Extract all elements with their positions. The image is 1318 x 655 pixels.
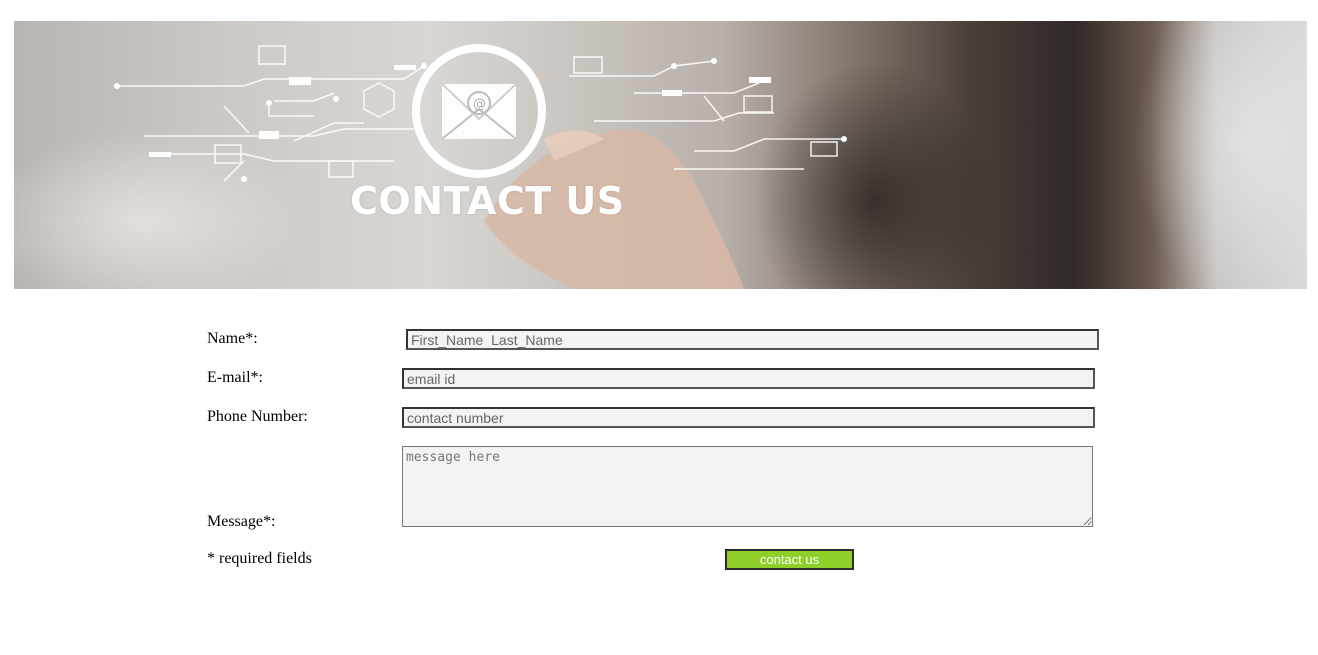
svg-text:@: @ <box>473 97 486 112</box>
banner-title: CONTACT US <box>350 179 625 223</box>
message-label: Message*: <box>207 513 276 530</box>
email-field[interactable] <box>402 368 1095 389</box>
email-label: E-mail*: <box>207 369 263 386</box>
required-fields-note: * required fields <box>207 550 312 567</box>
phone-label: Phone Number: <box>207 408 308 425</box>
envelope-icon: @ <box>441 83 517 140</box>
name-label: Name*: <box>207 330 258 347</box>
message-textarea[interactable] <box>402 446 1093 527</box>
contact-banner: @ CONTACT US <box>14 21 1307 289</box>
name-field[interactable] <box>406 329 1099 350</box>
contact-us-button[interactable]: contact us <box>725 549 854 570</box>
banner-graphic: @ <box>14 21 1307 289</box>
phone-field[interactable] <box>402 407 1095 428</box>
